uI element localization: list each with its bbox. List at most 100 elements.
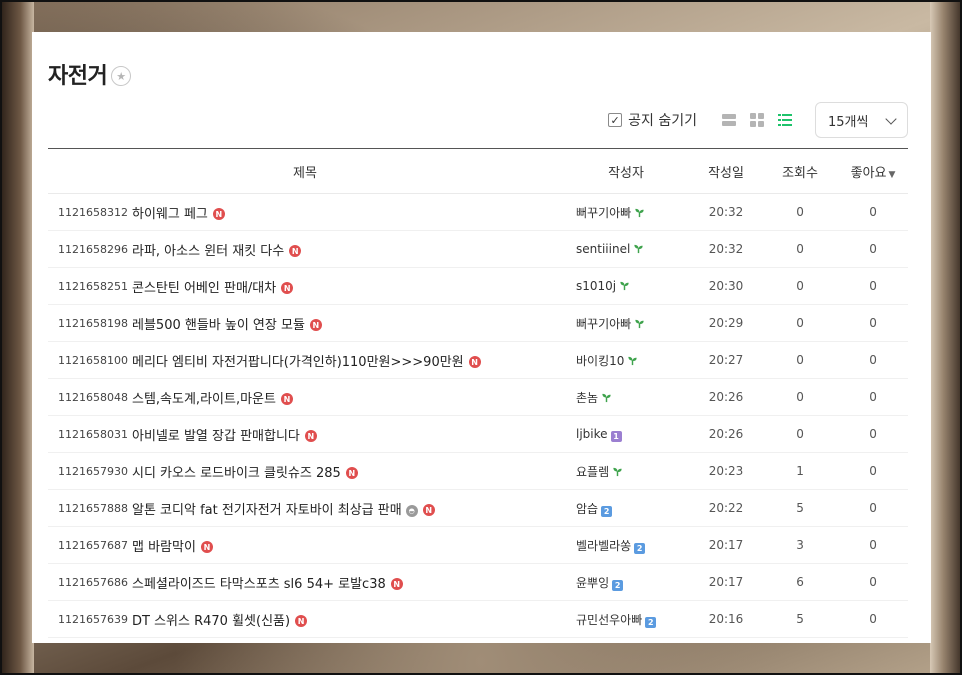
article-subject-link[interactable]: 메리다 엠티비 자전거팝니다(가격인하)110만원>>>90만원 — [132, 355, 464, 370]
author-nickname[interactable]: 촌놈 — [576, 391, 598, 405]
hide-notice-toggle[interactable]: ✓ 공지 숨기기 — [608, 110, 697, 130]
article-subject-link[interactable]: 레블500 핸들바 높이 연장 모듈 — [132, 318, 305, 333]
author-nickname[interactable]: 윤뿌잉 — [576, 576, 609, 590]
table-row[interactable]: 1121658312 하이웨그 페그 N 뻐꾸기아빠 20:32 0 0 — [48, 193, 909, 231]
table-row[interactable]: 1121657686 스페셜라이즈드 타막스포츠 sl6 54+ 로발c38 N 윤뿌… — [48, 563, 909, 601]
author-nickname[interactable]: 뻐꾸기아빠 — [576, 317, 631, 331]
table-row[interactable]: 1121658100 메리다 엠티비 자전거팝니다(가격인하)110만원>>>90… — [48, 341, 909, 379]
list-view-icon[interactable] — [721, 112, 737, 128]
article-likes: 0 — [838, 415, 909, 453]
article-number: 1121657639 — [48, 600, 128, 638]
article-number: 1121658296 — [48, 230, 128, 268]
article-subject-link[interactable]: 라파, 아소스 윈터 재킷 다수 — [132, 244, 284, 259]
header-author: 작성자 — [562, 148, 691, 194]
new-badge: N — [304, 430, 317, 442]
article-views: 0 — [762, 193, 839, 231]
hide-notice-checkbox[interactable]: ✓ — [608, 113, 623, 127]
level-2-icon: 2 — [634, 540, 646, 554]
article-subject-link[interactable]: 하이웨그 페그 — [132, 207, 208, 222]
sprout-icon — [601, 392, 612, 406]
author-nickname[interactable]: 뻐꾸기아빠 — [576, 206, 631, 220]
author-cell: 윤뿌잉 2 — [562, 563, 691, 601]
article-views: 0 — [762, 378, 839, 416]
article-date: 20:30 — [690, 267, 763, 305]
hide-notice-label: 공지 숨기기 — [628, 113, 697, 129]
article-date: 20:17 — [690, 526, 763, 564]
article-subject-link[interactable]: 콘스탄틴 어베인 판매/대차 — [132, 281, 276, 296]
table-row[interactable]: 1121658296 라파, 아소스 윈터 재킷 다수 Nsentiiinel 20:… — [48, 230, 909, 268]
level-2-badge: 2 — [634, 542, 646, 554]
article-subject-link[interactable]: 스페셜라이즈드 타막스포츠 sl6 54+ 로발c38 — [132, 577, 386, 592]
new-badge: N — [422, 504, 435, 516]
table-row[interactable]: 1121658251 콘스탄틴 어베인 판매/대차 Ns1010j 20:30 0 0 — [48, 267, 909, 305]
level-2-badge: 2 — [612, 579, 624, 591]
per-page-select[interactable]: 15개씩 — [815, 102, 908, 138]
board-header: 자전거 ★ — [48, 58, 132, 90]
sprout-icon — [619, 280, 630, 294]
sprout-icon — [627, 355, 638, 369]
album-view-icon[interactable] — [749, 112, 765, 128]
article-views: 0 — [762, 415, 839, 453]
article-date: 20:26 — [690, 378, 763, 416]
article-likes: 0 — [838, 600, 909, 638]
author-nickname[interactable]: 요플렘 — [576, 465, 609, 479]
author-cell: 촌놈 — [562, 378, 691, 416]
author-cell: ljbike 1 — [562, 415, 691, 453]
article-subject-link[interactable]: 시디 카오스 로드바이크 클릿슈즈 285 — [132, 466, 341, 481]
article-number: 1121657686 — [48, 563, 128, 601]
new-badge: N — [295, 615, 308, 627]
new-badge: N — [289, 245, 302, 257]
author-nickname[interactable]: s1010j — [576, 279, 616, 293]
article-likes: 0 — [838, 267, 909, 305]
header-views: 조회수 — [762, 148, 839, 194]
author-nickname[interactable]: ljbike — [576, 427, 608, 441]
header-likes[interactable]: 좋아요 ▼ — [838, 148, 909, 194]
table-row[interactable]: 1121658048 스템,속도계,라이트,마운트 N 촌놈 20:26 0 0 — [48, 378, 909, 416]
table-row[interactable]: 1121657888 알톤 코디악 fat 전기자전거 자토바이 최상급 판매 ◓ N… — [48, 489, 909, 527]
author-cell: sentiiinel — [562, 230, 691, 268]
article-subject-cell: 메리다 엠티비 자전거팝니다(가격인하)110만원>>>90만원 N — [128, 341, 563, 379]
article-likes: 0 — [838, 304, 909, 342]
author-nickname[interactable]: sentiiinel — [576, 242, 630, 256]
sprout-icon — [612, 466, 623, 480]
card-view-icon[interactable] — [777, 112, 793, 128]
article-subject-cell: DT 스위스 R470 휠셋(신품) N — [128, 600, 563, 638]
article-subject-link[interactable]: 알톤 코디악 fat 전기자전거 자토바이 최상급 판매 — [132, 503, 402, 518]
article-date: 20:27 — [690, 341, 763, 379]
board-title: 자전거 — [48, 64, 108, 89]
author-cell: 벨라벨라쏭 2 — [562, 526, 691, 564]
level-1-badge: 1 — [610, 430, 622, 442]
table-row[interactable]: 1121658031 아비넬로 발열 장갑 판매합니다 Nljbike 1 20:26 0… — [48, 415, 909, 453]
article-subject-link[interactable]: 스템,속도계,라이트,마운트 — [132, 392, 276, 407]
article-subject-cell: 스템,속도계,라이트,마운트 N — [128, 378, 563, 416]
article-views: 0 — [762, 267, 839, 305]
article-subject-link[interactable]: DT 스위스 R470 휠셋(신품) — [132, 614, 290, 629]
table-row[interactable]: 1121658198 레블500 핸들바 높이 연장 모듈 N 뻐꾸기아빠 20:29 0… — [48, 304, 909, 342]
table-row[interactable]: 1121657639 DT 스위스 R470 휠셋(신품) N 규민선우아빠 2 20:1… — [48, 600, 909, 638]
article-views: 6 — [762, 563, 839, 601]
author-nickname[interactable]: 바이킹10 — [576, 354, 624, 368]
author-cell: 암습 2 — [562, 489, 691, 527]
article-subject-link[interactable]: 아비넬로 발열 장갑 판매합니다 — [132, 429, 300, 444]
article-subject-cell: 레블500 핸들바 높이 연장 모듈 N — [128, 304, 563, 342]
author-cell: s1010j — [562, 267, 691, 305]
article-date: 20:32 — [690, 193, 763, 231]
author-nickname[interactable]: 규민선우아빠 — [576, 613, 642, 627]
level-2-icon: 2 — [612, 577, 624, 591]
article-views: 5 — [762, 489, 839, 527]
table-row[interactable]: 1121657930 시디 카오스 로드바이크 클릿슈즈 285 N 요플렘 20:23… — [48, 452, 909, 490]
new-badge: N — [345, 467, 358, 479]
article-views: 0 — [762, 304, 839, 342]
star-icon[interactable]: ★ — [111, 66, 132, 86]
new-badge: N — [212, 208, 225, 220]
author-nickname[interactable]: 암습 — [576, 502, 598, 516]
article-number: 1121657930 — [48, 452, 128, 490]
new-badge: N — [390, 578, 403, 590]
article-number: 1121658031 — [48, 415, 128, 453]
article-views: 3 — [762, 526, 839, 564]
article-date: 20:22 — [690, 489, 763, 527]
table-row[interactable]: 1121657687 맵 바람막이 N 벨라벨라쏭 2 20:17 3 0 — [48, 526, 909, 564]
level-2-badge: 2 — [601, 505, 613, 517]
author-nickname[interactable]: 벨라벨라쏭 — [576, 539, 631, 553]
article-subject-link[interactable]: 맵 바람막이 — [132, 540, 196, 555]
